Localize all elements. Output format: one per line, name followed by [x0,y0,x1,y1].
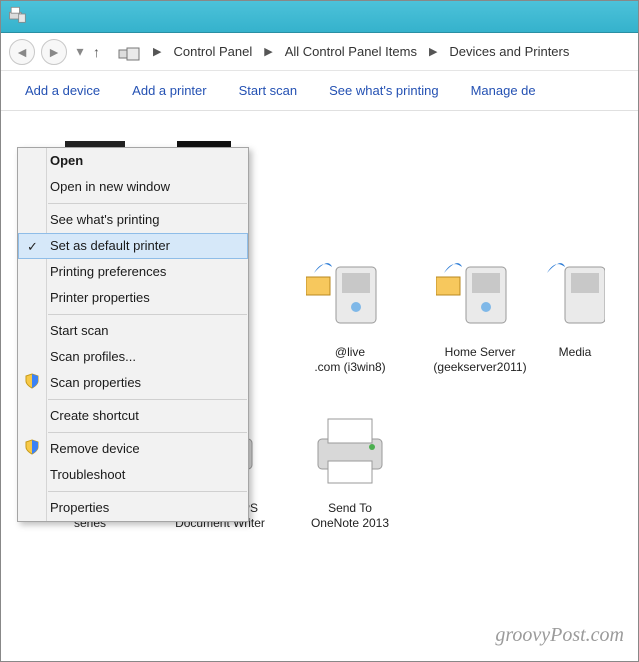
menu-scan-profiles[interactable]: Scan profiles... [18,344,248,370]
history-dropdown[interactable]: ▾ [73,39,87,65]
menu-printing-preferences[interactable]: Printing preferences [18,259,248,285]
menu-label: Set as default printer [50,238,170,253]
navigation-bar: ◄ ► ▾ ↑ ▶ Control Panel ▶ All Control Pa… [1,33,638,71]
printer-icon[interactable] [302,401,398,497]
add-device-button[interactable]: Add a device [25,83,100,98]
menu-remove-device[interactable]: Remove device [18,436,248,462]
add-printer-button[interactable]: Add a printer [132,83,206,98]
device-label: .com (i3win8) [285,360,415,375]
menu-see-printing[interactable]: See what's printing [18,207,248,233]
up-button[interactable]: ↑ [93,44,111,60]
breadcrumb-devices-printers[interactable]: Devices and Printers [449,44,569,59]
menu-create-shortcut[interactable]: Create shortcut [18,403,248,429]
menu-set-default-printer[interactable]: ✓ Set as default printer [18,233,248,259]
breadcrumb-all-items[interactable]: All Control Panel Items [285,44,417,59]
menu-label: Remove device [50,441,140,456]
chevron-right-icon: ▶ [264,45,272,58]
see-printing-button[interactable]: See what's printing [329,83,438,98]
menu-start-scan[interactable]: Start scan [18,318,248,344]
breadcrumb-control-panel[interactable]: Control Panel [173,44,252,59]
watermark: groovyPost.com [495,624,624,647]
menu-troubleshoot[interactable]: Troubleshoot [18,462,248,488]
command-toolbar: Add a device Add a printer Start scan Se… [1,71,638,111]
manage-button[interactable]: Manage de [471,83,536,98]
menu-properties[interactable]: Properties [18,495,248,521]
chevron-right-icon: ▶ [153,45,161,58]
forward-button[interactable]: ► [41,39,67,65]
shield-icon [24,373,40,394]
menu-open[interactable]: Open [18,148,248,174]
shield-icon [24,439,40,460]
back-button[interactable]: ◄ [9,39,35,65]
printer-label: Send To [285,501,415,516]
device-label: (geekserver2011) [415,360,545,375]
printer-label: OneNote 2013 [285,516,415,531]
menu-label: Scan properties [50,375,141,390]
device-label: @live [285,345,415,360]
device-label: Home Server [415,345,545,360]
window-titlebar [1,1,638,33]
devices-printers-icon [7,4,27,29]
media-server-icon[interactable] [432,245,528,341]
check-icon: ✓ [27,238,38,256]
breadcrumb-icon [117,42,141,62]
media-server-icon[interactable] [545,245,605,341]
menu-scan-properties[interactable]: Scan properties [18,370,248,396]
menu-open-new-window[interactable]: Open in new window [18,174,248,200]
context-menu: Open Open in new window See what's print… [17,147,249,522]
device-label: Media [545,345,605,360]
chevron-right-icon: ▶ [429,45,437,58]
menu-printer-properties[interactable]: Printer properties [18,285,248,311]
start-scan-button[interactable]: Start scan [239,83,298,98]
media-server-icon[interactable] [302,245,398,341]
